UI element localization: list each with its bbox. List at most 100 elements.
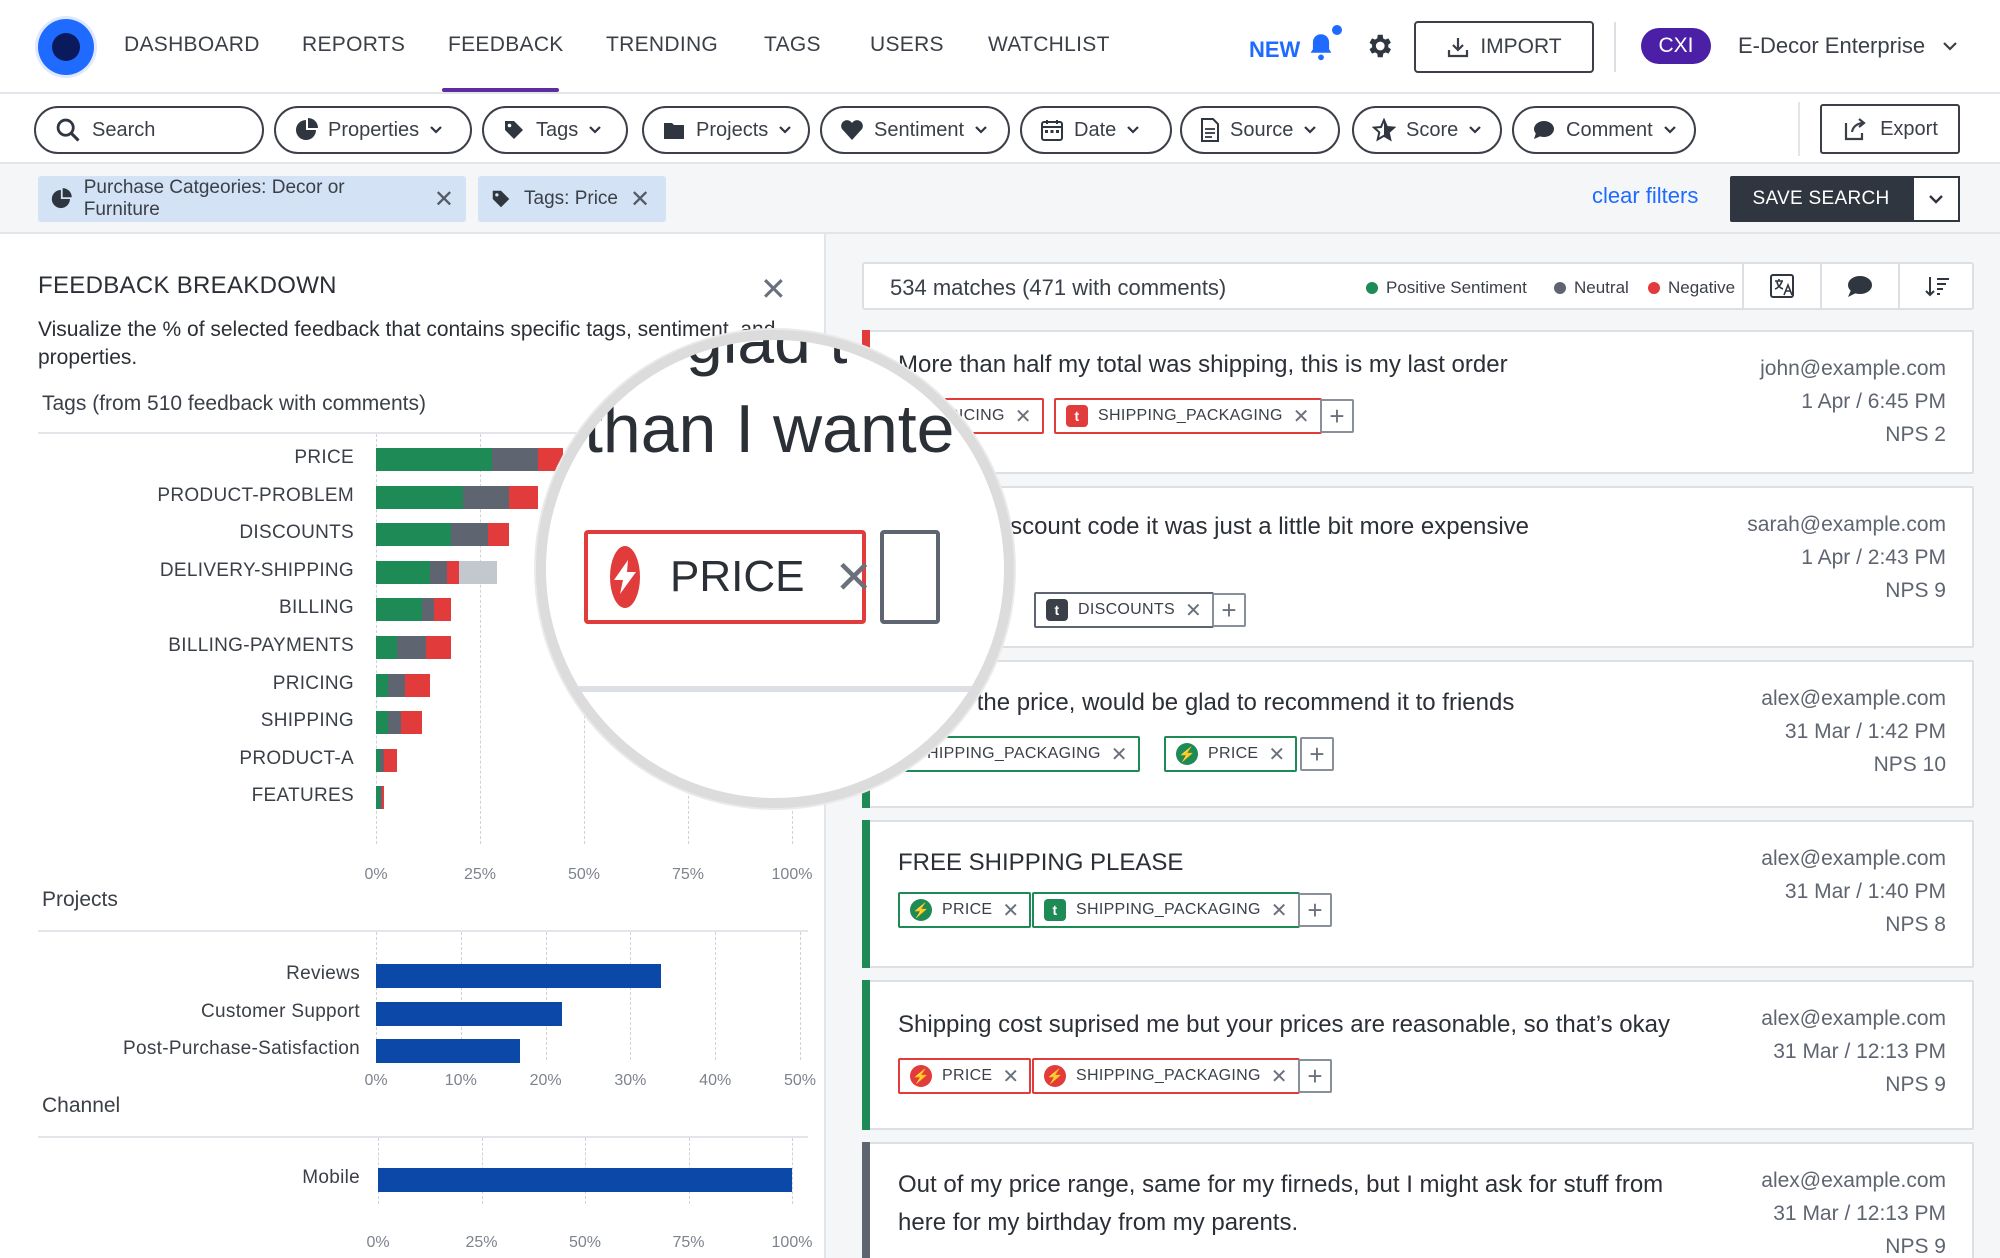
feedback-card[interactable]: FREE SHIPPING PLEASE alex@example.com 31… — [862, 820, 1974, 968]
feedback-tag[interactable]: t SHIPPING_PACKAGING ✕ — [1054, 398, 1322, 434]
app-logo[interactable] — [38, 19, 94, 75]
org-switcher[interactable]: E-Decor Enterprise — [1738, 33, 1925, 59]
feedback-card[interactable]: Out of my price range, same for my firne… — [862, 1142, 1974, 1258]
close-icon[interactable]: ✕ — [1268, 742, 1285, 767]
feedback-email[interactable]: alex@example.com — [1761, 1002, 1946, 1035]
active-filter-chip[interactable]: Purchase Catgeories: Decor or Furniture … — [38, 176, 466, 222]
save-search-label[interactable]: SAVE SEARCH — [1730, 176, 1912, 222]
feedback-tag[interactable]: ⚡ PRICE ✕ — [898, 1058, 1032, 1094]
sort-button[interactable] — [1898, 264, 1976, 308]
feedback-email[interactable]: sarah@example.com — [1747, 508, 1946, 541]
close-icon[interactable]: ✕ — [1185, 598, 1202, 623]
lightning-icon — [610, 546, 640, 608]
feedback-tag[interactable]: ⚡ PRICE ✕ — [898, 892, 1032, 928]
feedback-date: 31 Mar / 1:40 PM — [1784, 880, 1946, 903]
bell-icon[interactable] — [1307, 32, 1335, 62]
comments-toggle-button[interactable] — [1820, 264, 1898, 308]
cxi-badge[interactable]: CXI — [1641, 28, 1711, 64]
close-icon[interactable]: ✕ — [1293, 404, 1310, 429]
search-icon — [56, 118, 80, 142]
gridline — [792, 1138, 793, 1204]
bar — [376, 1001, 562, 1026]
filter-tags[interactable]: Tags — [482, 106, 628, 154]
close-icon[interactable]: ✕ — [1002, 1064, 1019, 1089]
filter-projects[interactable]: Projects — [642, 106, 810, 154]
new-label[interactable]: NEW — [1249, 37, 1300, 63]
filter-score[interactable]: Score — [1352, 106, 1502, 154]
feedback-email[interactable]: alex@example.com — [1761, 682, 1946, 715]
legend-positive: Positive Sentiment — [1366, 278, 1527, 298]
close-icon[interactable]: ✕ — [1271, 898, 1288, 923]
sentiment-accent — [862, 820, 870, 968]
feedback-text: More than half my total was shipping, th… — [898, 351, 1508, 378]
close-icon[interactable]: ✕ — [760, 270, 787, 308]
nav-watchlist[interactable]: WATCHLIST — [988, 33, 1110, 57]
feedback-card[interactable]: hat I got discount code it was just a li… — [862, 486, 1974, 648]
filter-properties[interactable]: Properties — [274, 106, 472, 154]
add-tag-button[interactable]: + — [1300, 737, 1334, 771]
chevron-down-icon — [430, 126, 442, 134]
feedback-date: 31 Mar / 12:13 PM — [1773, 1202, 1946, 1225]
feedback-tag[interactable]: t DISCOUNTS ✕ — [1034, 592, 1214, 628]
nav-feedback[interactable]: FEEDBACK — [448, 33, 564, 57]
add-tag-button[interactable]: + — [1298, 1059, 1332, 1093]
feedback-tag[interactable]: ⚡ SHIPPING_PACKAGING ✕ — [1032, 1058, 1300, 1094]
add-tag-button[interactable]: + — [1298, 893, 1332, 927]
filter-comment[interactable]: Comment — [1512, 106, 1696, 154]
nav-dashboard[interactable]: DASHBOARD — [124, 33, 260, 57]
filter-sentiment[interactable]: Sentiment — [820, 106, 1010, 154]
active-filter-chip[interactable]: Tags: Price ✕ — [478, 176, 666, 222]
filter-source[interactable]: Source — [1180, 106, 1340, 154]
magnified-tag-edge — [880, 530, 940, 624]
x-tick-label: 20% — [529, 1072, 562, 1089]
clear-filters-link[interactable]: clear filters — [1592, 183, 1698, 209]
feedback-nps: NPS 8 — [1885, 913, 1946, 936]
close-icon[interactable]: ✕ — [1015, 404, 1032, 429]
x-tick-label: 30% — [614, 1072, 647, 1089]
category-label: DISCOUNTS — [239, 522, 354, 544]
category-label: PRODUCT-PROBLEM — [157, 484, 354, 506]
legend-neutral-label: Neutral — [1574, 278, 1629, 297]
save-search-dropdown[interactable] — [1912, 176, 1960, 222]
save-search-button[interactable]: SAVE SEARCH — [1730, 176, 1960, 222]
active-filter-bar: Purchase Catgeories: Decor or Furniture … — [0, 164, 2000, 234]
x-tick-label: 0% — [366, 1234, 390, 1251]
bar-segment — [421, 598, 435, 622]
gear-icon[interactable] — [1364, 31, 1394, 61]
nav-trending[interactable]: TRENDING — [606, 33, 718, 57]
category-label: BILLING — [279, 597, 354, 619]
x-tick-label: 10% — [444, 1072, 477, 1089]
feedback-card[interactable]: sn’t for the price, would be glad to rec… — [862, 660, 1974, 808]
close-icon[interactable]: ✕ — [1002, 898, 1019, 923]
feedback-date: 1 Apr / 2:43 PM — [1801, 546, 1946, 569]
feedback-date: 1 Apr / 6:45 PM — [1801, 390, 1946, 413]
close-icon[interactable]: ✕ — [1111, 742, 1128, 767]
chevron-down-icon[interactable] — [1942, 40, 1958, 52]
search-input[interactable]: Search — [34, 106, 264, 154]
filter-date[interactable]: Date — [1020, 106, 1172, 154]
import-button[interactable]: IMPORT — [1414, 21, 1594, 73]
nav-users[interactable]: USERS — [870, 33, 944, 57]
top-nav: DASHBOARD REPORTS FEEDBACK TRENDING TAGS… — [0, 0, 2000, 94]
nav-tags[interactable]: TAGS — [764, 33, 821, 57]
feedback-email[interactable]: alex@example.com — [1761, 1164, 1946, 1197]
category-label: Post-Purchase-Satisfaction — [123, 1038, 360, 1059]
tags-section-label: Tags (from 510 feedback with comments) — [42, 392, 426, 415]
chevron-down-icon — [1929, 195, 1943, 204]
close-icon[interactable]: ✕ — [1271, 1064, 1288, 1089]
translate-button[interactable] — [1742, 264, 1820, 308]
nav-reports[interactable]: REPORTS — [302, 33, 405, 57]
feedback-tag[interactable]: ⚡ PRICE ✕ — [1164, 736, 1298, 772]
close-icon[interactable]: ✕ — [434, 185, 454, 214]
feedback-email[interactable]: john@example.com — [1760, 352, 1946, 385]
add-tag-button[interactable]: + — [1320, 399, 1354, 433]
export-button[interactable]: Export — [1820, 104, 1960, 154]
feedback-card[interactable]: More than half my total was shipping, th… — [862, 330, 1974, 474]
feedback-tag[interactable]: t SHIPPING_PACKAGING ✕ — [1032, 892, 1300, 928]
bar-segment — [388, 673, 406, 697]
notification-dot — [1332, 25, 1342, 35]
close-icon[interactable]: ✕ — [630, 185, 650, 214]
add-tag-button[interactable]: + — [1212, 593, 1246, 627]
feedback-card[interactable]: Shipping cost suprised me but your price… — [862, 980, 1974, 1130]
feedback-email[interactable]: alex@example.com — [1761, 842, 1946, 875]
